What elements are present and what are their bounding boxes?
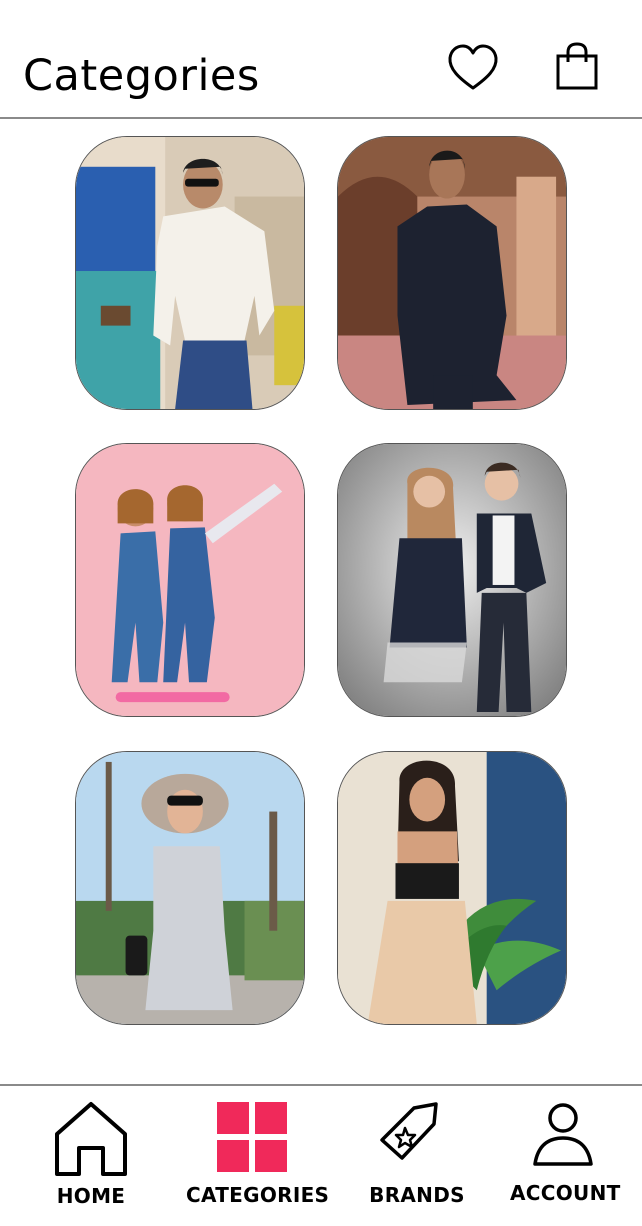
category-card-women-western[interactable]	[75, 751, 305, 1025]
grid-icon	[217, 1102, 287, 1172]
nav-item-account[interactable]: ACCOUNT	[510, 1086, 621, 1226]
category-card-girls[interactable]	[75, 443, 305, 717]
category-grid	[0, 0, 642, 1080]
category-card-men-casual[interactable]	[75, 136, 305, 410]
user-icon	[530, 1102, 596, 1168]
category-card-women-ethnic[interactable]	[337, 751, 567, 1025]
nav-label-brands: BRANDS	[369, 1183, 465, 1207]
nav-item-categories[interactable]: CATEGORIES	[186, 1086, 330, 1226]
category-card-men-ethnic[interactable]	[337, 136, 567, 410]
nav-label-categories: CATEGORIES	[186, 1183, 330, 1207]
nav-label-home: HOME	[56, 1184, 126, 1208]
tag-icon	[374, 1100, 440, 1166]
nav-item-brands[interactable]: BRANDS	[364, 1086, 470, 1226]
nav-item-home[interactable]: HOME	[44, 1086, 138, 1226]
bottom-nav: HOME CATEGORIES BRANDS ACCOUNT	[0, 1086, 642, 1226]
home-icon	[53, 1100, 129, 1178]
nav-label-account: ACCOUNT	[510, 1181, 621, 1205]
category-card-kids[interactable]	[337, 443, 567, 717]
